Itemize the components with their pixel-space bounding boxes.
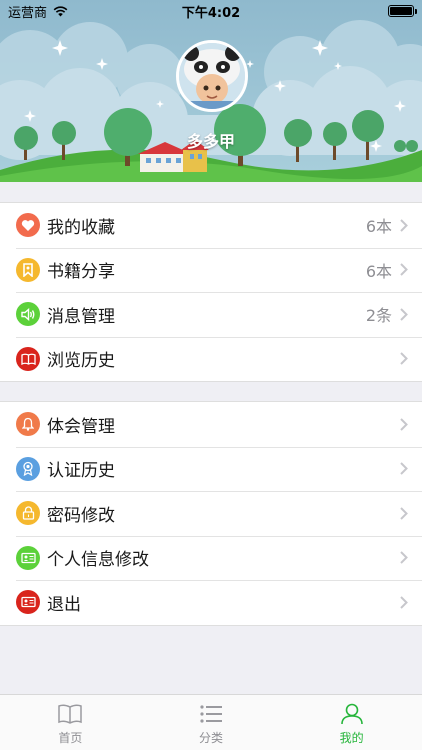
battery-icon xyxy=(388,5,417,17)
menu-item-count: 6本 xyxy=(365,217,392,237)
menu-item-history[interactable]: 浏览历史 xyxy=(0,336,422,382)
menu-item-label: 消息管理 xyxy=(47,306,115,327)
chevron-right-icon xyxy=(400,596,408,609)
menu-group-account: 体会管理 认证历史 密码修改 个人信息修改 退出 xyxy=(0,401,422,626)
menu-item-label: 退出 xyxy=(47,594,81,615)
menu-item-messages[interactable]: 消息管理 2条 xyxy=(0,292,422,337)
tab-label: 首页 xyxy=(58,731,83,745)
username: 多多甲 xyxy=(186,132,235,151)
menu-item-label: 浏览历史 xyxy=(47,351,115,372)
tab-category[interactable]: 分类 xyxy=(141,695,282,750)
chevron-right-icon xyxy=(400,352,408,365)
bookmark-icon xyxy=(16,257,40,282)
id-card-icon xyxy=(16,545,40,570)
menu-item-book-share[interactable]: 书籍分享 6本 xyxy=(0,247,422,293)
menu-item-password[interactable]: 密码修改 xyxy=(0,491,422,536)
menu-item-logout[interactable]: 退出 xyxy=(0,580,422,625)
tab-label: 分类 xyxy=(199,731,224,745)
list-icon xyxy=(200,705,222,723)
bell-icon xyxy=(16,412,40,437)
chevron-right-icon xyxy=(400,219,408,232)
menu-item-label: 个人信息修改 xyxy=(47,550,149,571)
menu-item-count: 6本 xyxy=(365,261,392,281)
tab-mine[interactable]: 我的 xyxy=(281,695,422,750)
menu-item-label: 认证历史 xyxy=(47,461,115,482)
person-icon xyxy=(340,703,363,725)
menu-item-label: 我的收藏 xyxy=(47,217,115,238)
menu-item-label: 书籍分享 xyxy=(47,262,115,283)
avatar-image xyxy=(179,43,245,109)
heart-icon xyxy=(16,213,40,238)
profile-header: 多多甲 xyxy=(0,0,422,182)
menu-item-profile-edit[interactable]: 个人信息修改 xyxy=(0,535,422,581)
open-book-icon xyxy=(16,346,40,371)
tab-bar: 首页 分类 我的 xyxy=(0,694,422,750)
book-icon xyxy=(58,704,83,724)
menu-item-certification[interactable]: 认证历史 xyxy=(0,446,422,492)
chevron-right-icon xyxy=(400,551,408,564)
award-icon xyxy=(16,456,40,481)
tab-label: 我的 xyxy=(339,731,364,745)
menu-item-experience[interactable]: 体会管理 xyxy=(0,402,422,447)
chevron-right-icon xyxy=(400,507,408,520)
menu-group-collections: 我的收藏 6本 书籍分享 6本 消息管理 2条 浏览历史 xyxy=(0,202,422,382)
chevron-right-icon xyxy=(400,418,408,431)
status-time: 下午4:02 xyxy=(181,5,241,21)
menu-item-favorites[interactable]: 我的收藏 6本 xyxy=(0,203,422,248)
chevron-right-icon xyxy=(400,263,408,276)
avatar[interactable] xyxy=(176,40,248,112)
status-bar: 运营商 下午4:02 xyxy=(0,0,422,22)
chevron-right-icon xyxy=(400,462,408,475)
menu-item-count: 2条 xyxy=(365,306,392,326)
tab-home[interactable]: 首页 xyxy=(0,695,141,750)
chevron-right-icon xyxy=(400,308,408,321)
speaker-icon xyxy=(16,302,40,327)
lock-icon xyxy=(16,501,40,526)
menu-item-label: 密码修改 xyxy=(47,505,115,526)
exit-card-icon xyxy=(16,590,40,615)
menu-item-label: 体会管理 xyxy=(47,416,115,437)
